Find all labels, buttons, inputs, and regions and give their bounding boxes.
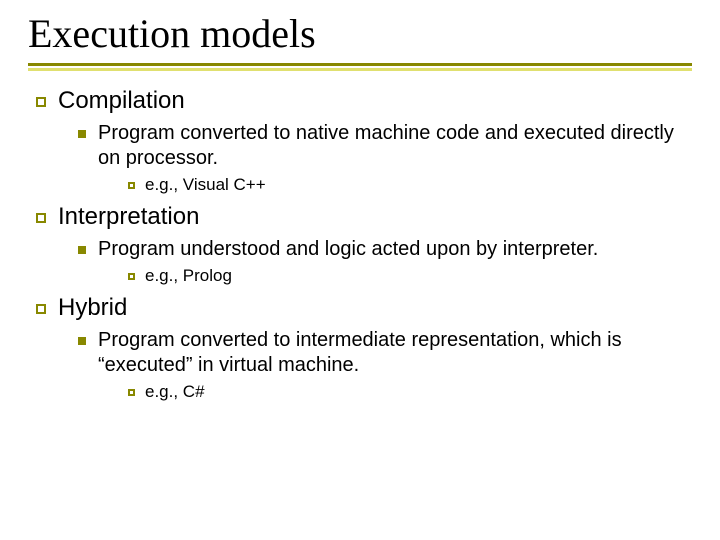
item-body: Program converted to native machine code… (98, 121, 692, 171)
item-heading: Interpretation (58, 203, 692, 231)
title-rule-light (28, 68, 692, 71)
list-item: Compilation (36, 87, 692, 115)
bullet-solid-icon (78, 246, 86, 254)
item-example: e.g., C# (145, 382, 692, 402)
item-body: Program understood and logic acted upon … (98, 237, 692, 262)
list-item: Hybrid (36, 294, 692, 322)
bullet-open-icon (36, 213, 46, 223)
slide: Execution models Compilation Program con… (0, 0, 720, 540)
list-item: e.g., C# (128, 382, 692, 402)
list-item: Program converted to intermediate repres… (78, 328, 692, 378)
bullet-solid-icon (78, 130, 86, 138)
list-item: Program understood and logic acted upon … (78, 237, 692, 262)
item-example: e.g., Visual C++ (145, 175, 692, 195)
list-item: e.g., Visual C++ (128, 175, 692, 195)
item-example: e.g., Prolog (145, 266, 692, 286)
bullet-tiny-icon (128, 182, 135, 189)
list-item: Interpretation (36, 203, 692, 231)
title-rule-dark (28, 63, 692, 66)
slide-title: Execution models (28, 10, 692, 57)
bullet-tiny-icon (128, 273, 135, 280)
list-item: e.g., Prolog (128, 266, 692, 286)
item-heading: Compilation (58, 87, 692, 115)
bullet-open-icon (36, 304, 46, 314)
bullet-tiny-icon (128, 389, 135, 396)
list-item: Program converted to native machine code… (78, 121, 692, 171)
bullet-solid-icon (78, 337, 86, 345)
bullet-open-icon (36, 97, 46, 107)
item-heading: Hybrid (58, 294, 692, 322)
item-body: Program converted to intermediate repres… (98, 328, 692, 378)
